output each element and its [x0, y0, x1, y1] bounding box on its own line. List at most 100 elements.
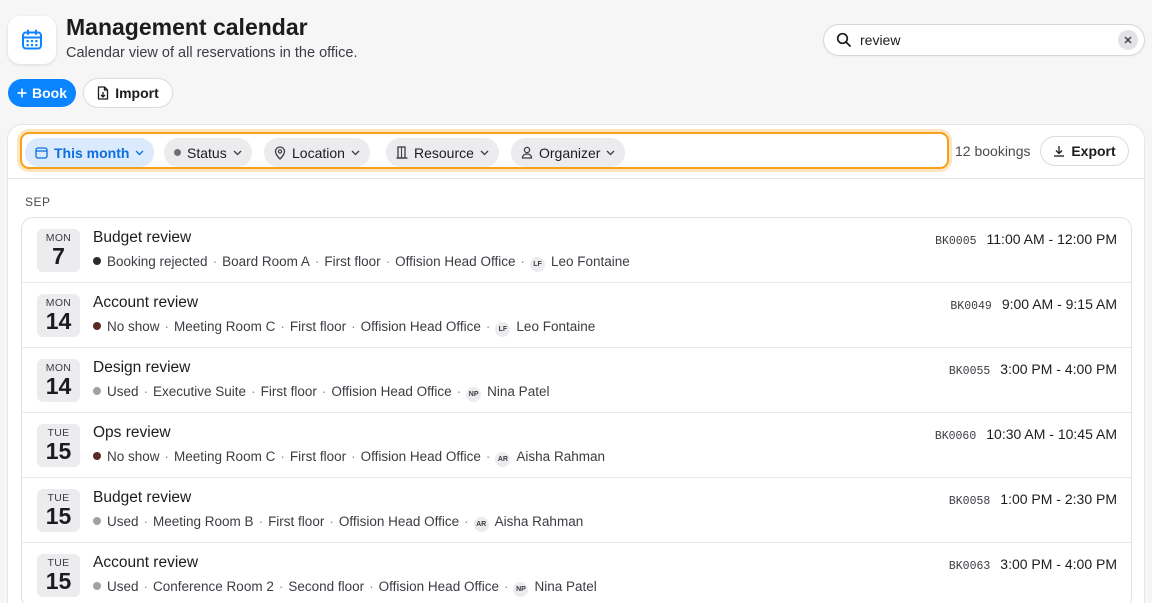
booking-title: Account review: [93, 554, 199, 571]
booking-status: No show: [107, 318, 160, 334]
separator: ·: [503, 578, 509, 594]
separator: ·: [351, 318, 356, 334]
avatar: LF: [495, 321, 511, 337]
status-dot-icon: [174, 149, 181, 156]
close-icon: [1124, 36, 1132, 44]
calendar-app-icon: [8, 16, 56, 64]
booking-meta: No show · Meeting Room C · First floor ·…: [93, 447, 605, 467]
booking-room: Conference Room 2: [153, 578, 274, 594]
book-button[interactable]: Book: [8, 79, 76, 107]
month-group-label: SEP: [25, 195, 51, 209]
avatar: AR: [495, 451, 511, 467]
booking-row[interactable]: TUE 15 Account review Used · Conference …: [22, 543, 1131, 603]
avatar: AR: [473, 516, 489, 532]
booking-meta: Used · Conference Room 2 · Second floor …: [93, 577, 597, 597]
booking-time: 1:00 PM - 2:30 PM: [1000, 491, 1117, 507]
separator: ·: [351, 448, 356, 464]
calendar-icon: [22, 29, 42, 50]
booking-title: Budget review: [93, 229, 192, 246]
bookings-count: 12 bookings: [955, 143, 1031, 159]
filter-resource[interactable]: Resource: [386, 138, 499, 167]
avatar: NP: [513, 581, 529, 597]
date-badge: MON 14: [37, 359, 80, 402]
separator: ·: [321, 383, 327, 399]
booking-row[interactable]: TUE 15 Ops review No show · Meeting Room…: [22, 413, 1131, 478]
date-day: 14: [45, 308, 72, 334]
booking-right: BK0049 9:00 AM - 9:15 AM: [950, 296, 1117, 313]
filter-this-month-label: This month: [54, 144, 130, 161]
date-badge: TUE 15: [37, 424, 80, 467]
separator: ·: [164, 318, 170, 334]
plus-icon: [17, 88, 27, 98]
search-icon: [836, 32, 851, 47]
chevron-down-icon: [607, 150, 615, 155]
booking-floor: First floor: [260, 383, 317, 399]
separator: ·: [456, 383, 462, 399]
booking-floor: First floor: [289, 318, 347, 334]
avatar: LF: [529, 256, 545, 272]
booking-status: No show: [107, 448, 160, 464]
booking-row[interactable]: TUE 15 Budget review Used · Meeting Room…: [22, 478, 1131, 543]
date-badge: TUE 15: [37, 489, 80, 532]
booking-meta: Used · Meeting Room B · First floor · Of…: [93, 512, 584, 532]
clear-search-button[interactable]: [1118, 30, 1138, 50]
booking-time: 9:00 AM - 9:15 AM: [1001, 296, 1117, 312]
status-dot-icon: [93, 517, 101, 525]
separator: ·: [143, 513, 149, 529]
filter-organizer[interactable]: Organizer: [511, 138, 626, 167]
booking-time: 3:00 PM - 4:00 PM: [1000, 556, 1117, 572]
booking-office: Offision Head Office: [395, 253, 516, 269]
chevron-down-icon: [480, 150, 489, 155]
booking-status: Used: [107, 383, 139, 399]
filter-location[interactable]: Location: [264, 138, 370, 167]
separator: ·: [143, 578, 149, 594]
booking-time: 11:00 AM - 12:00 PM: [986, 231, 1117, 247]
booking-organizer: Nina Patel: [487, 383, 550, 399]
location-pin-icon: [274, 145, 286, 160]
booking-row[interactable]: MON 7 Budget review Booking rejected · B…: [22, 218, 1131, 283]
booking-right: BK0005 11:00 AM - 12:00 PM: [935, 231, 1117, 248]
filter-status-label: Status: [187, 144, 227, 161]
separator: ·: [280, 448, 285, 464]
booking-time: 3:00 PM - 4:00 PM: [1000, 361, 1117, 377]
booking-code: BK0055: [948, 365, 991, 378]
booking-row[interactable]: MON 14 Account review No show · Meeting …: [22, 283, 1131, 348]
export-button[interactable]: Export: [1041, 137, 1128, 165]
date-badge: TUE 15: [37, 554, 80, 597]
separator: ·: [329, 513, 334, 529]
date-badge: MON 7: [37, 229, 80, 272]
filter-this-month[interactable]: This month: [25, 138, 155, 167]
booking-office: Offision Head Office: [338, 513, 460, 529]
booking-code: BK0060: [934, 430, 977, 443]
booking-room: Meeting Room C: [174, 318, 276, 334]
door-icon: [396, 146, 408, 159]
search-input[interactable]: [860, 29, 1100, 51]
search-box[interactable]: [824, 25, 1144, 55]
booking-code: BK0049: [950, 300, 992, 313]
booking-floor: First floor: [324, 253, 381, 269]
separator: ·: [278, 578, 284, 594]
page-title: Management calendar: [66, 14, 308, 40]
separator: ·: [385, 253, 391, 269]
separator: ·: [464, 513, 469, 529]
booking-status: Used: [107, 578, 139, 594]
export-button-label: Export: [1071, 143, 1116, 159]
booking-organizer: Aisha Rahman: [494, 513, 584, 529]
booking-list: MON 7 Budget review Booking rejected · B…: [21, 217, 1132, 603]
page-subtitle: Calendar view of all reservations in the…: [66, 45, 358, 61]
booking-floor: First floor: [289, 448, 347, 464]
import-button[interactable]: Import: [84, 79, 172, 107]
booking-right: BK0060 10:30 AM - 10:45 AM: [935, 426, 1117, 443]
booking-title: Design review: [93, 359, 191, 376]
date-day: 7: [52, 243, 65, 269]
date-badge: MON 14: [37, 294, 80, 337]
date-day: 14: [45, 373, 72, 399]
booking-office: Offision Head Office: [331, 383, 452, 399]
filter-status[interactable]: Status: [164, 138, 252, 167]
booking-room: Meeting Room B: [153, 513, 254, 529]
booking-floor: Second floor: [288, 578, 365, 594]
booking-organizer: Leo Fontaine: [516, 318, 596, 334]
booking-row[interactable]: MON 14 Design review Used · Executive Su…: [22, 348, 1131, 413]
booking-right: BK0063 3:00 PM - 4:00 PM: [949, 556, 1117, 573]
booking-meta: Used · Executive Suite · First floor · O…: [93, 382, 550, 402]
